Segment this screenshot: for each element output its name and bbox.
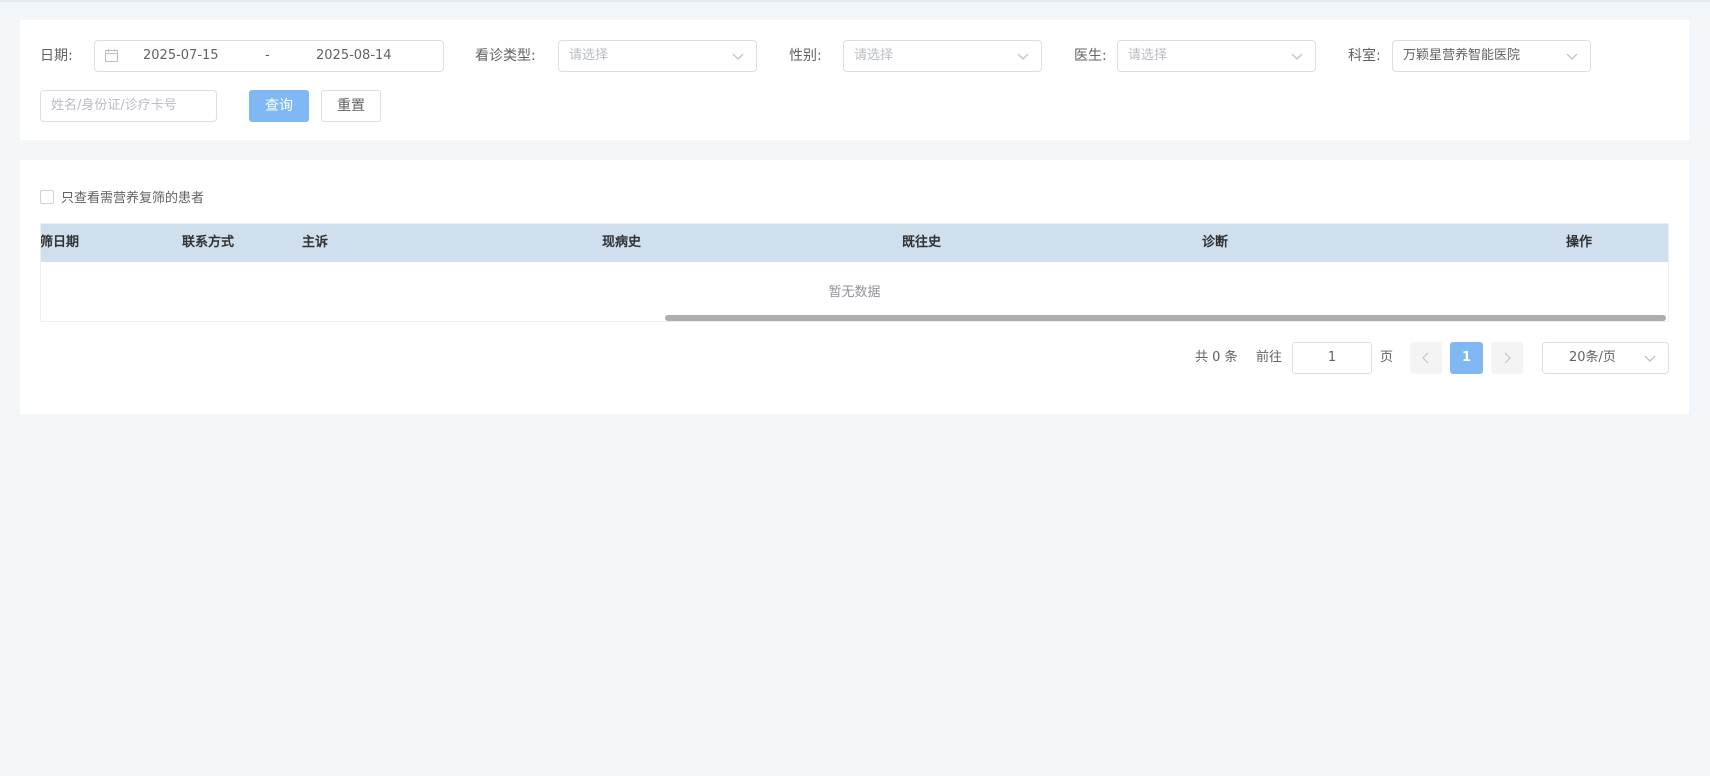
column-header-diagnosis: 诊断 — [1202, 235, 1229, 250]
horizontal-scrollbar[interactable] — [665, 315, 1666, 321]
patient-table: 复筛日期 联系方式 主诉 现病史 既往史 诊断 操作 暂无数据 — [40, 223, 1669, 322]
rescreen-filter-checkbox[interactable]: 只查看需营养复筛的患者 — [40, 187, 205, 206]
chevron-left-icon — [1421, 342, 1431, 364]
pagination-total: 共 0 条 — [1195, 350, 1238, 365]
pagination-current-page[interactable]: 1 — [1450, 342, 1483, 374]
department-value: 万颖星营养智能医院 — [1403, 48, 1521, 63]
chevron-down-icon — [1566, 50, 1578, 62]
department-select[interactable]: 万颖星营养智能医院 — [1392, 40, 1591, 72]
search-placeholder: 姓名/身份证/诊疗卡号 — [51, 98, 177, 113]
empty-text: 暂无数据 — [828, 285, 881, 300]
table-header: 复筛日期 联系方式 主诉 现病史 既往史 诊断 操作 — [41, 224, 1668, 262]
pagination-goto-input[interactable]: 1 — [1292, 342, 1372, 374]
chevron-down-icon — [732, 50, 744, 62]
doctor-placeholder: 请选择 — [1128, 48, 1168, 63]
top-divider — [0, 0, 1710, 2]
gender-label: 性别: — [789, 48, 822, 64]
gender-select[interactable]: 请选择 — [843, 40, 1042, 72]
date-separator: - — [265, 48, 270, 63]
page-size-select[interactable]: 20条/页 — [1542, 342, 1669, 374]
visit-type-label: 看诊类型: — [475, 48, 536, 64]
pagination-goto-label: 前往 — [1256, 350, 1283, 365]
checkbox-box[interactable] — [40, 189, 54, 204]
column-header-chief-complaint: 主诉 — [302, 235, 329, 250]
visit-type-placeholder: 请选择 — [569, 48, 609, 63]
pagination-prev-button[interactable] — [1410, 342, 1442, 374]
date-label: 日期: — [40, 48, 73, 64]
date-start-input[interactable]: 2025-07-15 — [143, 41, 219, 71]
column-header-present-illness: 现病史 — [602, 235, 642, 250]
doctor-label: 医生: — [1074, 48, 1107, 64]
chevron-right-icon — [1502, 342, 1512, 364]
column-header-actions: 操作 — [1566, 235, 1593, 250]
calendar-icon — [105, 49, 118, 62]
chevron-down-icon — [1291, 50, 1303, 62]
pagination-page-suffix: 页 — [1380, 350, 1394, 365]
chevron-down-icon — [1017, 50, 1029, 62]
date-range-picker[interactable]: 2025-07-15 - 2025-08-14 — [94, 40, 444, 72]
table-panel: 只查看需营养复筛的患者 复筛日期 联系方式 主诉 现病史 既往史 诊断 操作 暂… — [20, 160, 1689, 414]
date-end-input[interactable]: 2025-08-14 — [316, 41, 392, 71]
pagination-next-button[interactable] — [1491, 342, 1523, 374]
gender-placeholder: 请选择 — [854, 48, 894, 63]
column-header-past-history: 既往史 — [902, 235, 942, 250]
reset-button[interactable]: 重置 — [321, 90, 381, 122]
checkbox-label: 只查看需营养复筛的患者 — [61, 191, 205, 206]
doctor-select[interactable]: 请选择 — [1117, 40, 1316, 72]
chevron-down-icon — [1644, 352, 1656, 364]
page-size-value: 20条/页 — [1569, 350, 1616, 365]
column-header-rescreen-date: 复筛日期 — [40, 235, 80, 250]
column-header-contact: 联系方式 — [182, 235, 235, 250]
department-label: 科室: — [1348, 48, 1381, 64]
filter-panel: 日期: 2025-07-15 - 2025-08-14 看诊类型: 请选择 性别… — [20, 20, 1689, 140]
query-button[interactable]: 查询 — [249, 90, 309, 122]
visit-type-select[interactable]: 请选择 — [558, 40, 757, 72]
search-input[interactable]: 姓名/身份证/诊疗卡号 — [40, 90, 217, 122]
